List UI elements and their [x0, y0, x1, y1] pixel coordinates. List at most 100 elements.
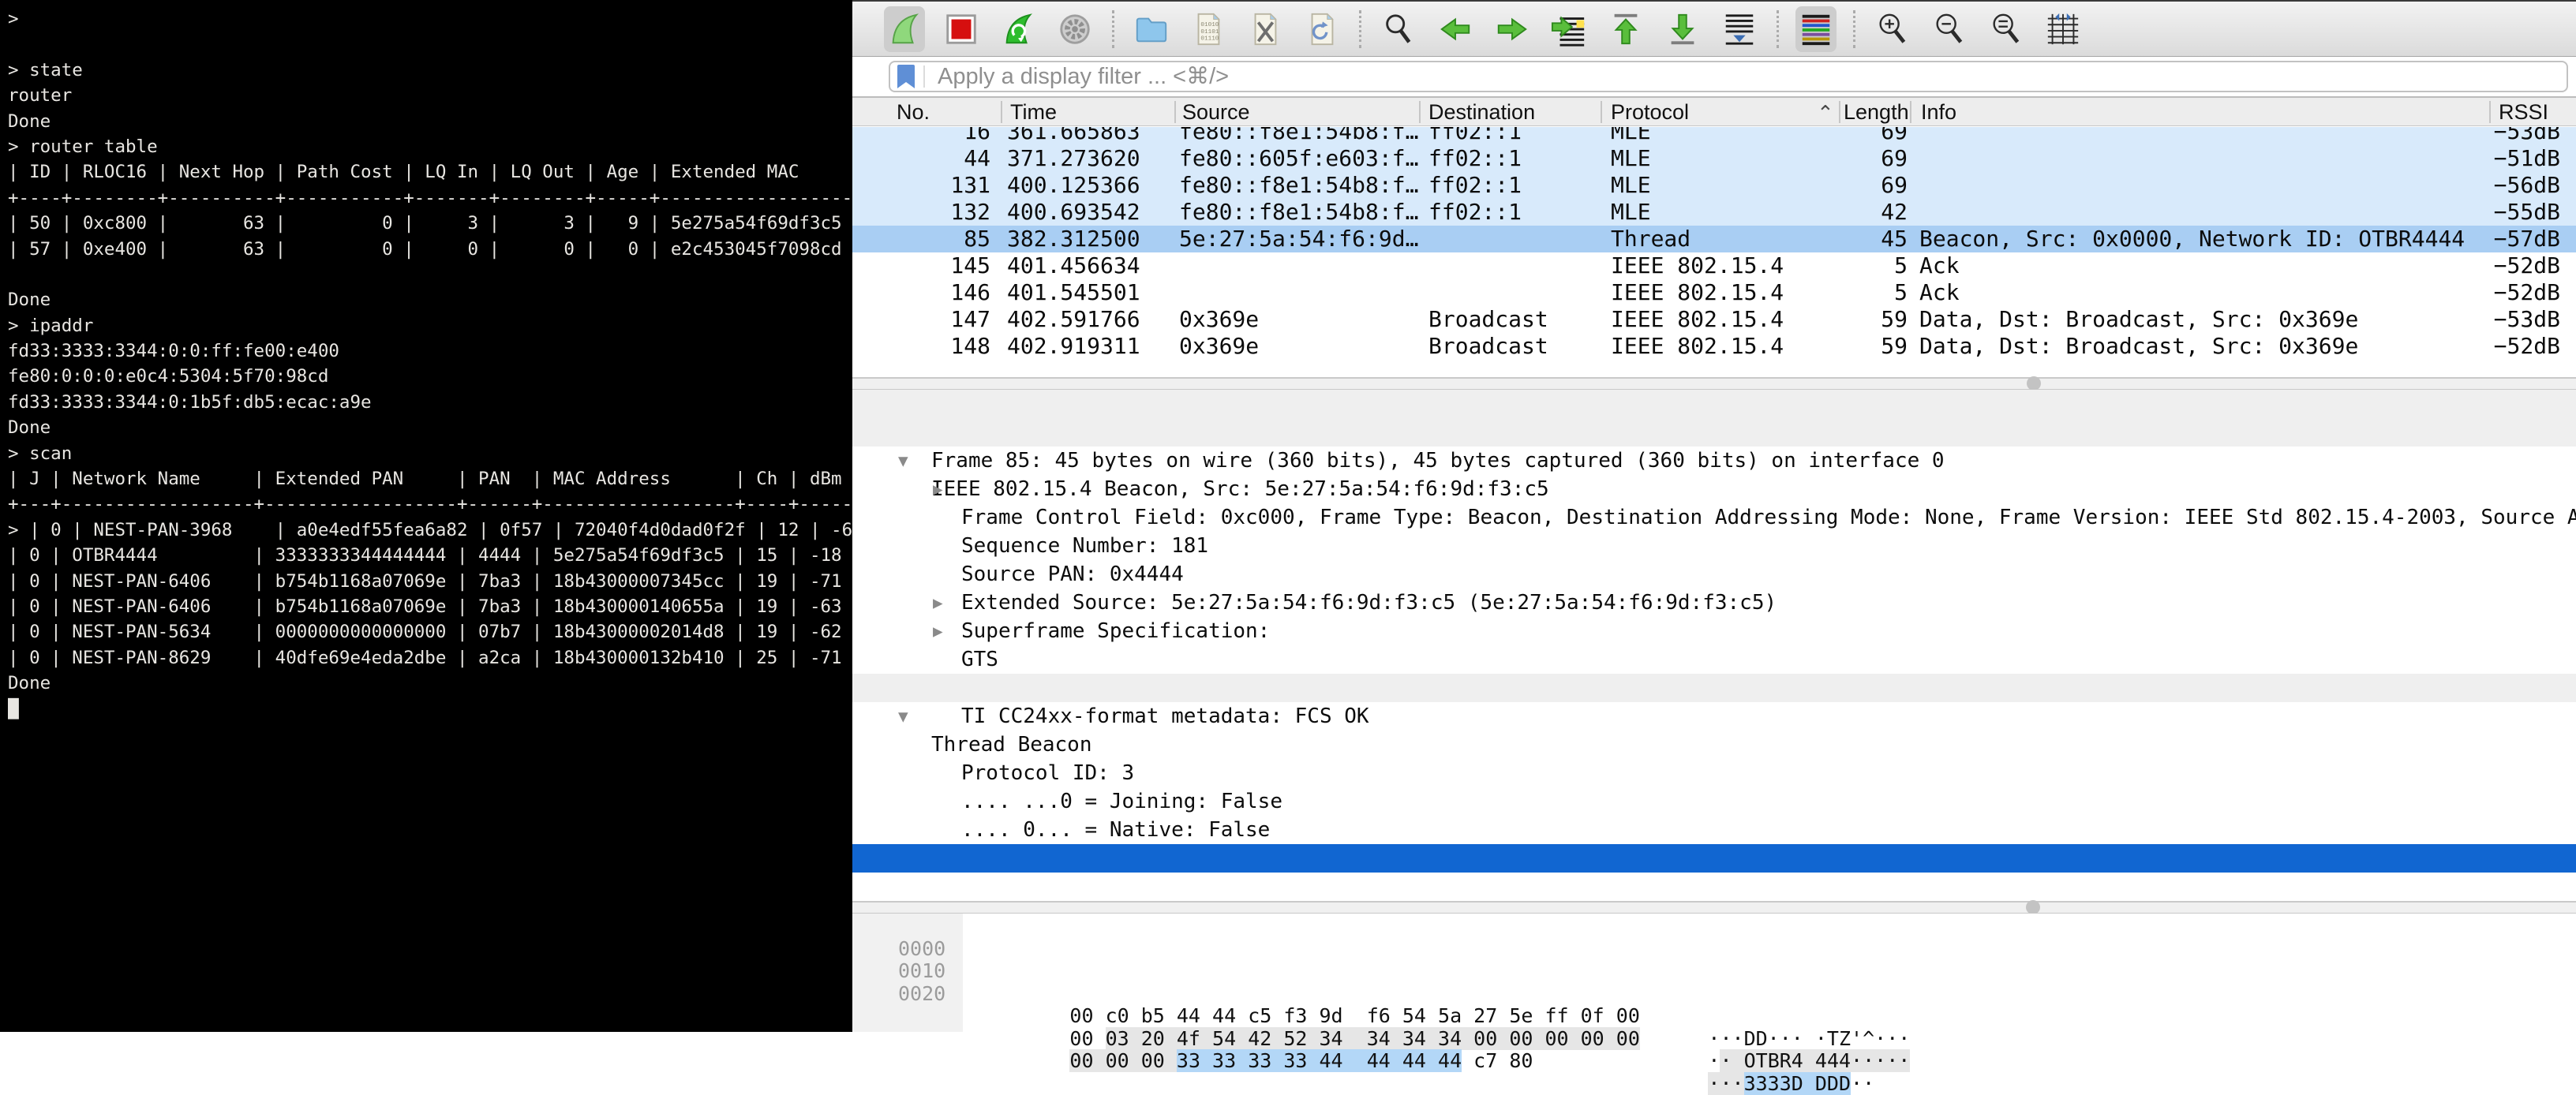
- detail-row[interactable]: Extended PAN ID: 33:33:33:33:44:44:44:44…: [852, 844, 2576, 873]
- column-header[interactable]: Source: [1182, 98, 1250, 126]
- toolbar-button[interactable]: [1435, 6, 1476, 52]
- icon-glyph: [948, 15, 975, 43]
- packet-row[interactable]: 145 401.456634 IEEE 802.15.4 5 Ack −52dB: [852, 252, 2576, 279]
- packet-row[interactable]: 147 402.591766 0x369e Broadcast IEEE 802…: [852, 306, 2576, 333]
- packet-row[interactable]: 85 382.312500 5e:27:5a:54:f6:9d… Thread …: [852, 226, 2576, 252]
- packet-destination: ff02::1: [1428, 145, 1522, 172]
- column-divider[interactable]: [1419, 101, 1421, 123]
- toolbar-button[interactable]: [1777, 10, 1779, 48]
- packet-row[interactable]: 44 371.273620 fe80::605f:e603:f… ff02::1…: [852, 145, 2576, 172]
- packet-row[interactable]: 131 400.125366 fe80::f8e1:54b8:f… ff02::…: [852, 172, 2576, 199]
- toolbar-button[interactable]: [941, 6, 982, 52]
- toolbar-button[interactable]: [1131, 6, 1172, 52]
- toolbar-button[interactable]: [1112, 10, 1114, 48]
- list-detail-splitter[interactable]: [852, 377, 2576, 390]
- toolbar-button[interactable]: [1492, 6, 1533, 52]
- detail-row[interactable]: Extended Source: 5e:27:5a:54:f6:9d:f3:c5…: [852, 532, 2576, 560]
- hex-row[interactable]: 0000 00 c0 b5 44 44 c5 f3 9d f6 54 5a 27…: [852, 915, 2576, 938]
- splitter-handle[interactable]: [2027, 376, 2041, 391]
- detail-row[interactable]: Network Name: OTBR4444: [852, 816, 2576, 844]
- detail-hex-splitter[interactable]: [852, 901, 2576, 914]
- toolbar-button[interactable]: [1795, 6, 1837, 52]
- toolbar-button[interactable]: [1301, 6, 1342, 52]
- hex-ascii[interactable]: ···3333D DDD··: [1613, 1028, 1874, 1095]
- splitter-handle[interactable]: [2026, 900, 2040, 914]
- hex-row[interactable]: 0020 00 00 00 33 33 33 33 44 44 44 44 c7…: [852, 960, 2576, 983]
- packet-length: 42: [1769, 199, 1908, 226]
- column-divider[interactable]: [2489, 101, 2491, 123]
- toolbar-button[interactable]: [1054, 6, 1095, 52]
- icon-glyph: [1552, 17, 1584, 45]
- toolbar-button[interactable]: [1662, 6, 1703, 52]
- toolbar-button[interactable]: [1245, 6, 1286, 52]
- column-header[interactable]: No.: [897, 98, 930, 126]
- toolbar-button[interactable]: [884, 6, 925, 52]
- packet-destination: ff02::1: [1428, 172, 1522, 199]
- hex-byte-segment[interactable]: 33 33 33 33 44 44 44 44: [1177, 1049, 1462, 1072]
- detail-row[interactable]: ▶ Superframe Specification:: [852, 560, 2576, 589]
- toolbar-button[interactable]: [1872, 6, 1913, 52]
- terminal-line: fe80:0:0:0:e0c4:5304:5f70:98cd: [8, 364, 852, 389]
- detail-row[interactable]: Protocol ID: 3: [852, 702, 2576, 731]
- hex-byte-segment[interactable]: 00 00 00: [1069, 1049, 1176, 1072]
- packet-row[interactable]: 146 401.545501 IEEE 802.15.4 5 Ack −52dB: [852, 279, 2576, 306]
- column-header[interactable]: RSSI: [2499, 98, 2548, 126]
- column-header[interactable]: Time: [1010, 98, 1057, 126]
- toolbar-button[interactable]: [1929, 6, 1970, 52]
- zoom-in-icon: [1874, 11, 1911, 47]
- terminal-line: █: [8, 697, 852, 722]
- detail-row[interactable]: Source PAN: 0x4444: [852, 503, 2576, 532]
- packet-no: 147: [852, 306, 990, 333]
- column-header[interactable]: Protocol: [1611, 98, 1689, 126]
- column-header[interactable]: Destination: [1428, 98, 1535, 126]
- packet-length: 5: [1769, 279, 1908, 306]
- openthread-cli-terminal[interactable]: >> staterouterDone> router table| ID | R…: [0, 0, 852, 1032]
- display-filter-box[interactable]: [889, 61, 2568, 92]
- detail-row[interactable]: Sequence Number: 181: [852, 475, 2576, 503]
- detail-row[interactable]: ▶ Frame Control Field: 0xc000, Frame Typ…: [852, 447, 2576, 475]
- detail-row[interactable]: Pending Addresses: 0 Short and 0 Long: [852, 617, 2576, 645]
- column-divider[interactable]: [1001, 101, 1002, 123]
- packet-row[interactable]: 16 361.665863 fe80::f8e1:54b8:f… ff02::1…: [852, 127, 2576, 145]
- toolbar-button[interactable]: [1548, 6, 1589, 52]
- detail-row[interactable]: ▶ GTS: [852, 589, 2576, 617]
- search-icon: [1380, 11, 1417, 47]
- detail-row[interactable]: .... ...0 = Joining: False: [852, 731, 2576, 759]
- column-divider[interactable]: [1910, 101, 1911, 123]
- detail-row[interactable]: ▼ Thread Beacon: [852, 674, 2576, 702]
- filter-divider: [923, 65, 925, 88]
- packet-rssi: −51dB: [2399, 145, 2560, 172]
- terminal-line: [8, 262, 852, 287]
- ascii-segment[interactable]: 3333D DDD: [1744, 1072, 1851, 1095]
- ascii-segment[interactable]: ··: [1851, 1072, 1874, 1095]
- toolbar-button[interactable]: [1378, 6, 1419, 52]
- toolbar-button[interactable]: [1359, 10, 1361, 48]
- column-divider[interactable]: [1601, 101, 1602, 123]
- packet-protocol: IEEE 802.15.4: [1611, 279, 1784, 306]
- toolbar-button[interactable]: [1853, 10, 1855, 48]
- hex-byte-segment[interactable]: c7 80: [1462, 1049, 1533, 1072]
- detail-row[interactable]: ▼ IEEE 802.15.4 Beacon, Src: 5e:27:5a:54…: [852, 418, 2576, 447]
- hex-row[interactable]: 0010 00 03 20 4f 54 42 52 34 34 34 34 00…: [852, 938, 2576, 961]
- hex-bytes[interactable]: 00 00 00 33 33 33 33 44 44 44 44 c7 80: [975, 1005, 1533, 1073]
- detail-row[interactable]: .... 0... = Native: False: [852, 759, 2576, 787]
- packet-row[interactable]: 132 400.693542 fe80::f8e1:54b8:f… ff02::…: [852, 199, 2576, 226]
- toolbar-button[interactable]: [1605, 6, 1646, 52]
- icon-glyph: [893, 14, 917, 42]
- toolbar-button[interactable]: [1719, 6, 1760, 52]
- toolbar-button[interactable]: [1986, 6, 2027, 52]
- packet-row[interactable]: 148 402.919311 0x369e Broadcast IEEE 802…: [852, 333, 2576, 360]
- detail-row[interactable]: ▶ Frame 85: 45 bytes on wire (360 bits),…: [852, 390, 2576, 418]
- detail-row[interactable]: 0010 .... = Version: 2: [852, 787, 2576, 816]
- column-header[interactable]: Length: [1844, 98, 1909, 126]
- ascii-segment[interactable]: ···: [1708, 1072, 1743, 1095]
- detail-row[interactable]: ▶ TI CC24xx-format metadata: FCS OK: [852, 645, 2576, 674]
- column-divider[interactable]: [1174, 101, 1176, 123]
- toolbar-button[interactable]: [2042, 6, 2084, 52]
- column-header[interactable]: Info: [1921, 98, 1956, 126]
- filter-bookmark-icon[interactable]: [897, 64, 915, 89]
- column-divider[interactable]: [1839, 101, 1840, 123]
- toolbar-button[interactable]: [1188, 6, 1229, 52]
- display-filter-input[interactable]: [936, 63, 2567, 91]
- toolbar-button[interactable]: [998, 6, 1039, 52]
